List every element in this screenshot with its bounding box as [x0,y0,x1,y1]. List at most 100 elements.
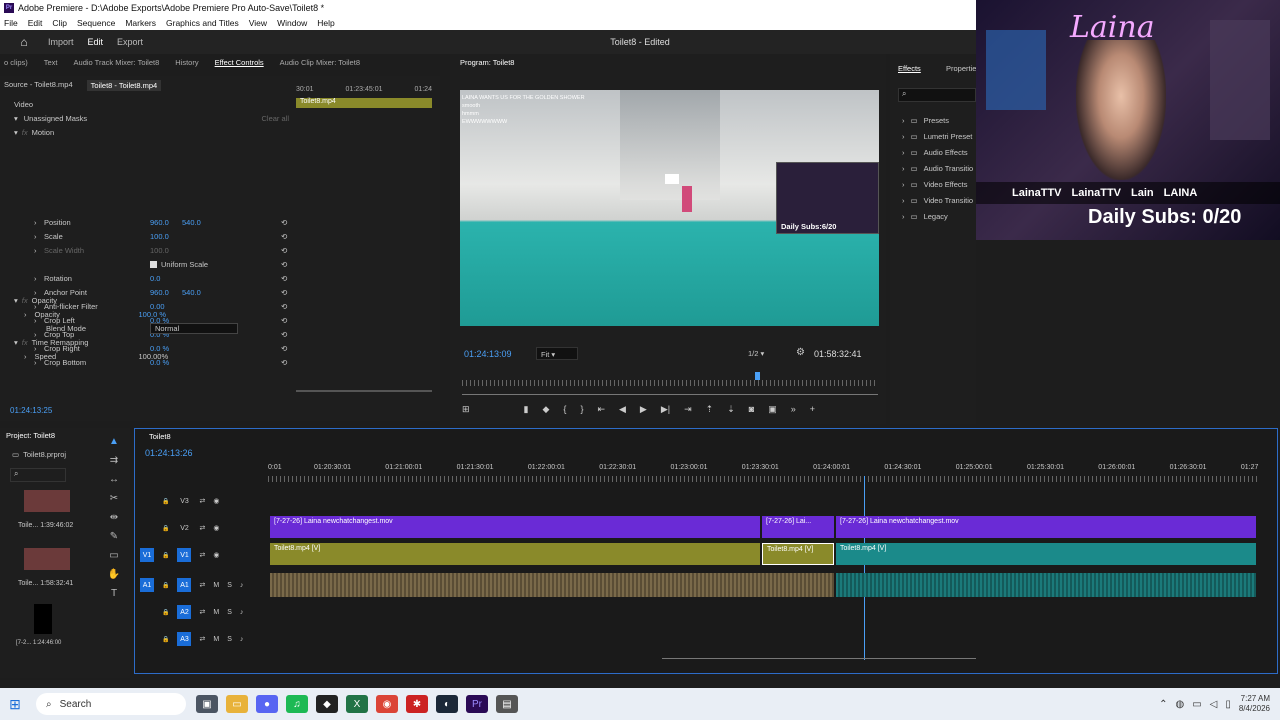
lock-icon[interactable]: 🔒 [162,636,169,643]
timeline-zoom-scrollbar[interactable] [662,658,976,664]
step-forward-icon[interactable]: ▶| [661,404,670,415]
discord-icon[interactable]: ● [256,695,278,713]
sync-lock-icon[interactable]: ⇄ [199,581,205,589]
tab-audio-clip-mixer[interactable]: Audio Clip Mixer: Toilet8 [280,58,360,67]
blend-mode-select[interactable]: Normal [150,322,238,334]
resolution-dropdown[interactable]: 1/2 ▾ [746,347,784,360]
effect-row-value[interactable]: 960.0 [150,218,182,227]
menu-edit[interactable]: Edit [28,18,43,28]
source-tab[interactable]: Source - Toilet8.mp4 [4,80,73,91]
effects-folder[interactable]: › ▭ Video Transitio [902,192,976,208]
effects-folder[interactable]: › ▭ Audio Effects [902,144,976,160]
mute-button[interactable]: M [213,636,219,643]
chevron-down-icon[interactable]: ▾ [14,114,18,123]
track-select-icon[interactable]: ⇉ [110,455,118,466]
track-label[interactable]: A2 [177,605,192,619]
steam-icon[interactable]: ◐ [436,695,458,713]
camera-icon[interactable]: ◙ [749,404,754,414]
out-point-icon[interactable]: } [580,404,583,414]
workspace-export[interactable]: Export [117,37,143,47]
solo-button[interactable]: S [227,609,232,616]
sync-lock-icon[interactable]: ⇄ [199,551,205,559]
play-icon[interactable]: ▶ [640,404,647,415]
step-back-icon[interactable]: ◀ [619,404,626,415]
checkbox-icon[interactable] [150,260,157,268]
reset-icon[interactable]: ⟲ [281,232,287,241]
sync-lock-icon[interactable]: ⇄ [199,524,205,532]
source-patch[interactable] [140,632,154,646]
type-icon[interactable]: T [111,588,117,599]
start-icon[interactable]: ⊞ [4,695,26,713]
mic-icon[interactable]: ◍ [1175,699,1184,710]
reset-icon[interactable]: ⟲ [281,246,287,255]
menu-file[interactable]: File [4,18,18,28]
project-thumb[interactable] [24,490,70,512]
program-timecode[interactable]: 01:24:13:09 [464,349,512,359]
sync-lock-icon[interactable]: ⇄ [199,608,205,616]
lock-icon[interactable]: 🔒 [162,552,169,559]
lock-icon[interactable]: 🔒 [162,525,169,532]
mute-button[interactable]: M [213,609,219,616]
menu-sequence[interactable]: Sequence [77,18,115,28]
program-playhead[interactable] [755,372,761,380]
fit-dropdown[interactable]: Fit ▾ [536,347,578,360]
timeline-tab[interactable]: Toilet8 [149,432,171,441]
selection-tool-icon[interactable]: ▲ [109,436,119,447]
v1-clip-1[interactable]: Toilet8.mp4 [V] [270,543,760,565]
mark-in-icon[interactable]: ▮ [524,404,529,415]
effects-search-input[interactable]: ⌕ [898,88,976,102]
source-patch[interactable] [140,521,154,535]
chrome-icon[interactable]: ◉ [376,695,398,713]
effect-row-value[interactable]: 100.0 [150,246,182,255]
opacity-value[interactable]: 100.0 % [139,310,167,319]
workspace-import[interactable]: Import [48,37,74,47]
file-explorer-icon[interactable]: ▭ [226,695,248,713]
eye-icon[interactable]: ◉ [213,497,219,505]
more-icon[interactable]: » [791,404,796,414]
add-icon[interactable]: + [810,404,815,414]
menu-view[interactable]: View [249,18,267,28]
mic-icon[interactable]: ♪ [240,636,244,643]
v2-clip-1[interactable]: [7-27-26] Laina newchatchangest.mov [270,516,760,538]
track-label[interactable]: V1 [177,548,192,562]
effects-folder[interactable]: › ▭ Video Effects [902,176,976,192]
v2-clip-3[interactable]: [7-27-26] Laina newchatchangest.mov [836,516,1256,538]
marker-icon[interactable]: ◆ [543,404,550,415]
go-to-in-icon[interactable]: ⇤ [597,404,605,415]
reset-icon[interactable]: ⟲ [281,218,287,227]
project-file[interactable]: Toilet8.prproj [23,450,66,459]
zoom-scrollbar[interactable] [296,390,432,392]
a1-audio-clip[interactable] [270,573,834,597]
wrench-icon[interactable]: ⚙ [796,347,805,358]
eye-icon[interactable]: ◉ [213,524,219,532]
chevron-down-icon[interactable]: ▾ [14,128,18,137]
effect-row-value[interactable]: 0.0 [150,274,182,283]
tab-clips[interactable]: o clips) [4,58,28,67]
razor-icon[interactable]: ✂ [110,493,118,504]
lock-icon[interactable]: 🔒 [162,582,169,589]
program-tab[interactable]: Program: Toilet8 [460,58,514,67]
effects-folder[interactable]: › ▭ Legacy [902,208,976,224]
tab-effect-controls[interactable]: Effect Controls [215,58,264,67]
rectangle-icon[interactable]: ▭ [109,550,118,561]
project-thumb[interactable] [34,604,52,634]
project-thumb[interactable] [24,548,70,570]
ec-timecode[interactable]: 01:24:13:25 [10,406,52,415]
chevron-right-icon[interactable]: › [34,218,44,227]
properties-tab[interactable]: Propertie [946,64,976,73]
clip-tab[interactable]: Toilet8 - Toilet8.mp4 [86,80,162,91]
timeline-playhead[interactable] [864,476,865,660]
app-icon[interactable]: ◆ [316,695,338,713]
effects-folder[interactable]: › ▭ Presets [902,112,976,128]
chevron-down-icon[interactable]: ▾ [14,296,18,305]
track-label[interactable]: A1 [177,578,192,592]
solo-button[interactable]: S [227,636,232,643]
solo-button[interactable]: S [227,582,232,589]
clear-all-button[interactable]: Clear all [261,114,289,123]
mini-clip[interactable]: Toilet8.mp4 [296,98,432,108]
menu-clip[interactable]: Clip [52,18,67,28]
effects-tab[interactable]: Effects [898,64,921,73]
program-zoom-bar[interactable] [462,389,878,395]
effect-row-value[interactable]: 540.0 [182,218,201,227]
effects-folder[interactable]: › ▭ Lumetri Preset [902,128,976,144]
